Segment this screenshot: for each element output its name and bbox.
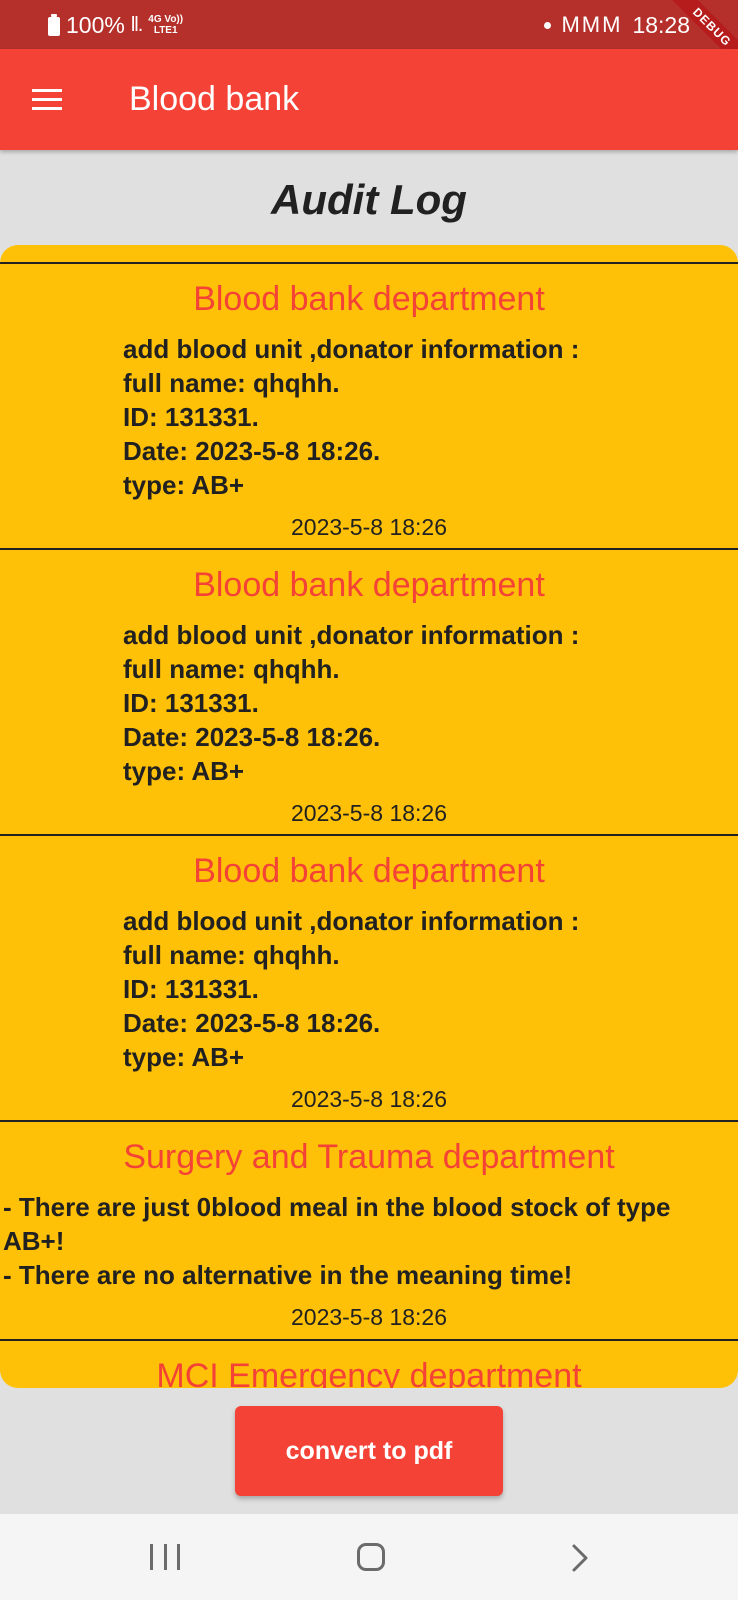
log-department: MCI Emergency department bbox=[156, 1357, 582, 1388]
gmail-notification-icons: MMM bbox=[561, 12, 623, 37]
status-bar: 100% ll. 4G Vo)) LTE1 MMM 18:28 DEBUG bbox=[0, 0, 738, 49]
convert-to-pdf-button[interactable]: convert to pdf bbox=[235, 1406, 503, 1496]
status-time: 18:28 bbox=[632, 11, 690, 38]
back-icon[interactable] bbox=[564, 1542, 596, 1574]
battery-icon bbox=[48, 14, 60, 36]
app-title: Blood bank bbox=[129, 80, 300, 118]
log-department: Blood bank department bbox=[193, 566, 545, 604]
log-timestamp: 2023-5-8 18:26 bbox=[290, 800, 447, 826]
log-department: Blood bank department bbox=[193, 852, 545, 890]
app-bar: Blood bank bbox=[0, 49, 738, 150]
log-entry: Blood bank department add blood unit ,do… bbox=[0, 834, 738, 1120]
log-department: Surgery and Trauma department bbox=[123, 1138, 615, 1176]
log-entry: Blood bank department add blood unit ,do… bbox=[0, 262, 738, 548]
home-icon[interactable] bbox=[357, 1543, 385, 1571]
network-lte: LTE1 bbox=[153, 25, 178, 36]
log-department: Blood bank department bbox=[193, 280, 545, 318]
log-entry: Surgery and Trauma department - There ar… bbox=[0, 1120, 738, 1339]
log-timestamp: 2023-5-8 18:26 bbox=[290, 514, 447, 540]
system-nav-bar bbox=[0, 1514, 738, 1600]
log-timestamp: 2023-5-8 18:26 bbox=[290, 1304, 447, 1330]
log-message: - There are just 0blood meal in the bloo… bbox=[3, 1192, 671, 1290]
signal-icon: ll. bbox=[130, 13, 143, 36]
network-type: 4G Vo)) bbox=[148, 14, 184, 25]
menu-icon[interactable] bbox=[32, 79, 72, 119]
log-message: add blood unit ,donator information : fu… bbox=[123, 334, 580, 500]
log-message: add blood unit ,donator information : fu… bbox=[123, 906, 580, 1072]
log-entry: Blood bank department add blood unit ,do… bbox=[0, 548, 738, 834]
page-title: Audit Log bbox=[271, 176, 467, 223]
log-timestamp: 2023-5-8 18:26 bbox=[290, 1086, 447, 1112]
status-right: MMM 18:28 bbox=[544, 11, 690, 38]
network-indicator: 4G Vo)) LTE1 bbox=[148, 14, 183, 36]
audit-log-list: Blood bank department add blood unit ,do… bbox=[0, 262, 738, 1388]
battery-level: 100% bbox=[66, 11, 125, 38]
notification-dot-icon bbox=[544, 21, 552, 29]
audit-log-panel[interactable]: Blood bank department add blood unit ,do… bbox=[0, 245, 738, 1388]
status-left: 100% ll. 4G Vo)) LTE1 bbox=[48, 11, 183, 38]
log-entry: MCI Emergency department bbox=[0, 1339, 738, 1388]
log-message: add blood unit ,donator information : fu… bbox=[123, 620, 580, 786]
recent-apps-icon[interactable] bbox=[150, 1544, 180, 1570]
